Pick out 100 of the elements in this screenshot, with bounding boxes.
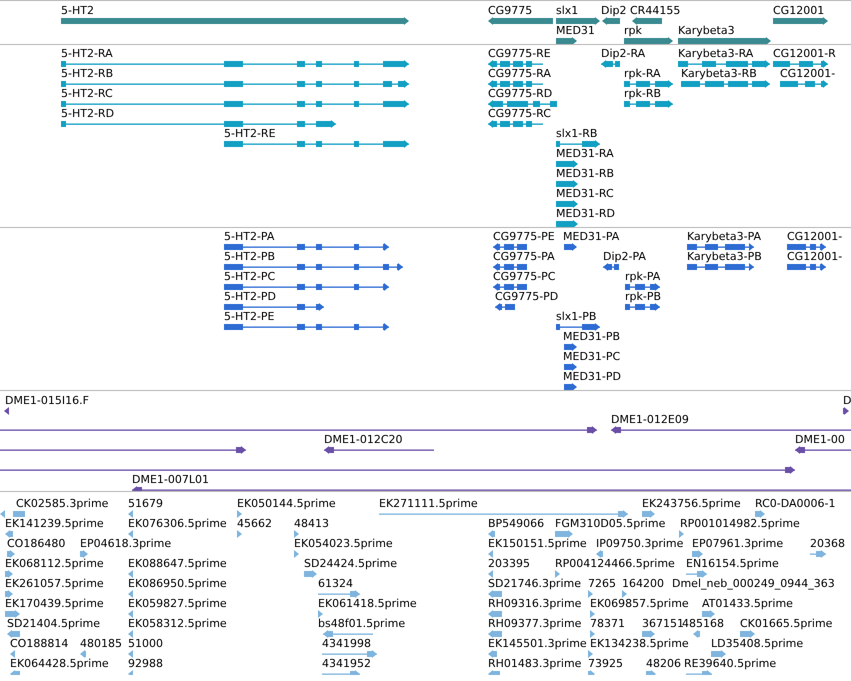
feature-label: CK01665.5prime <box>740 617 832 630</box>
feature-label: CG9775-RD <box>488 87 552 100</box>
feature-label: CG9775-RE <box>488 47 551 60</box>
feature-label: CG12001- <box>780 67 836 80</box>
feature-label: EK271111.5prime <box>379 497 478 510</box>
feature-label: RE39640.5prime <box>684 657 776 670</box>
feature-label: 5-HT2-PE <box>224 310 275 323</box>
feature-label: DME1-00 <box>795 433 845 446</box>
feature-label: EK243756.5prime <box>642 497 741 510</box>
feature-label: 51000 <box>128 637 163 650</box>
feature-label: EP04618.3prime <box>80 537 172 550</box>
feature-label: SD21404.5prime <box>7 617 100 630</box>
feature-label: EK134238.5prime <box>590 637 689 650</box>
feature-label: AT01433.5prime <box>702 597 793 610</box>
feature-label: 73925 <box>588 657 623 670</box>
feature-label: 4341998 <box>322 637 371 650</box>
feature-label: 48206 <box>646 657 681 670</box>
feature-label: rpk-RA <box>624 67 661 80</box>
feature-label: IP09750.3prime <box>596 537 684 550</box>
feature-label: CO186480 <box>7 537 66 550</box>
feature-label: LD35408.5prime <box>711 637 804 650</box>
feature-label: EK064428.5prime <box>10 657 109 670</box>
feature-label: RC0-DA0006-1 <box>755 497 836 510</box>
feature-label: CG9775-PC <box>493 270 556 283</box>
feature-label: CO188814 <box>10 637 68 650</box>
feature-label: EK058312.5prime <box>128 617 227 630</box>
feature-label: 51679 <box>128 497 163 510</box>
feature-label: 203395 <box>488 557 530 570</box>
feature-label: EK150151.5prime <box>488 537 587 550</box>
feature-label: MED31-RC <box>556 187 614 200</box>
feature-label: RH09316.3prime <box>488 597 582 610</box>
feature-label: CG9775-RC <box>488 107 551 120</box>
feature-label: DME1-007L01 <box>132 473 209 486</box>
feature-label: 78371 <box>590 617 625 630</box>
feature-label: 5-HT2 <box>61 4 94 17</box>
feature-label: EK061418.5prime <box>318 597 417 610</box>
feature-label: CR44155 <box>630 4 680 17</box>
feature-label: slx1 <box>556 4 578 17</box>
feature-label: MED31-RB <box>556 167 614 180</box>
feature-label: Dip2-RA <box>601 47 646 60</box>
feature-label: CG9775-PA <box>493 250 555 263</box>
feature-label: EK088647.5prime <box>128 557 227 570</box>
feature-label: DME1-012C20 <box>324 433 403 446</box>
feature-label: EK086950.5prime <box>128 577 227 590</box>
feature-label: 5-HT2-RC <box>61 87 113 100</box>
feature-label: CK02585.3prime <box>16 497 108 510</box>
feature-label: EK050144.5prime <box>237 497 336 510</box>
feature-label: MED31 <box>556 24 595 37</box>
feature-label: SD21746.3prime <box>488 577 581 590</box>
feature-label: BP549066 <box>488 517 544 530</box>
feature-label: MED31-PD <box>563 370 621 383</box>
feature-label: Karybeta3-PB <box>687 250 762 263</box>
feature-label: EP07961.3prime <box>692 537 784 550</box>
feature-label: 164200 <box>622 577 664 590</box>
feature-label: EK054023.5prime <box>294 537 393 550</box>
feature-label: 7265 <box>588 577 616 590</box>
feature-label: D <box>843 394 851 407</box>
feature-label: MED31-PB <box>563 330 620 343</box>
feature-label: 485168 <box>682 617 724 630</box>
feature-label: EK141239.5prime <box>5 517 104 530</box>
feature-label: CG9775-RA <box>488 67 551 80</box>
feature-label: 5-HT2-PB <box>224 250 276 263</box>
feature-label: EK059827.5prime <box>128 597 227 610</box>
feature-label: DME1-015I16.F <box>5 394 89 407</box>
feature-label: 5-HT2-PA <box>224 230 274 243</box>
feature-label: Karybeta3 <box>678 24 735 37</box>
feature-label: Karybeta3-RB <box>681 67 757 80</box>
feature-label: CG9775-PE <box>493 230 555 243</box>
feature-label: slx1-RB <box>556 127 598 140</box>
feature-label: CG12001- <box>787 230 842 243</box>
feature-label: rpk-PA <box>625 270 660 283</box>
feature-label: slx1-PB <box>556 310 596 323</box>
feature-label: Dip2-PA <box>603 250 646 263</box>
feature-label: MED31-PA <box>563 230 620 243</box>
feature-label: 5-HT2-RE <box>224 127 276 140</box>
feature-label: CG9775-PD <box>495 290 558 303</box>
feature-label: RH09377.3prime <box>488 617 582 630</box>
feature-label: 367151 <box>642 617 684 630</box>
feature-label: RH01483.3prime <box>488 657 582 670</box>
feature-label: MED31-RA <box>556 147 614 160</box>
feature-label: 480185 <box>80 637 122 650</box>
feature-label: RP004124466.5prime <box>555 557 675 570</box>
feature-label: CG9775 <box>488 4 532 17</box>
feature-label: MED31-RD <box>556 207 615 220</box>
feature-label: SD24424.5prime <box>304 557 397 570</box>
feature-label: EK069857.5prime <box>590 597 689 610</box>
feature-label: Dmel_neb_000249_0944_363 <box>672 577 835 590</box>
feature-label: bs48f01.5prime <box>318 617 406 630</box>
feature-label: MED31-PC <box>563 350 620 363</box>
feature-label: EK145501.3prime <box>488 637 587 650</box>
feature-label: CG12001-R <box>773 47 836 60</box>
feature-label: FGM310D05.5prime <box>555 517 666 530</box>
feature-label: rpk <box>624 24 642 37</box>
feature-label: 5-HT2-RB <box>61 67 114 80</box>
feature-label: CG12001- <box>787 250 842 263</box>
feature-label: DME1-012E09 <box>611 413 689 426</box>
feature-label: Dip2 <box>601 4 627 17</box>
feature-label: rpk-PB <box>625 290 662 303</box>
feature-label: 4341952 <box>322 657 371 670</box>
feature-label: 61324 <box>318 577 353 590</box>
